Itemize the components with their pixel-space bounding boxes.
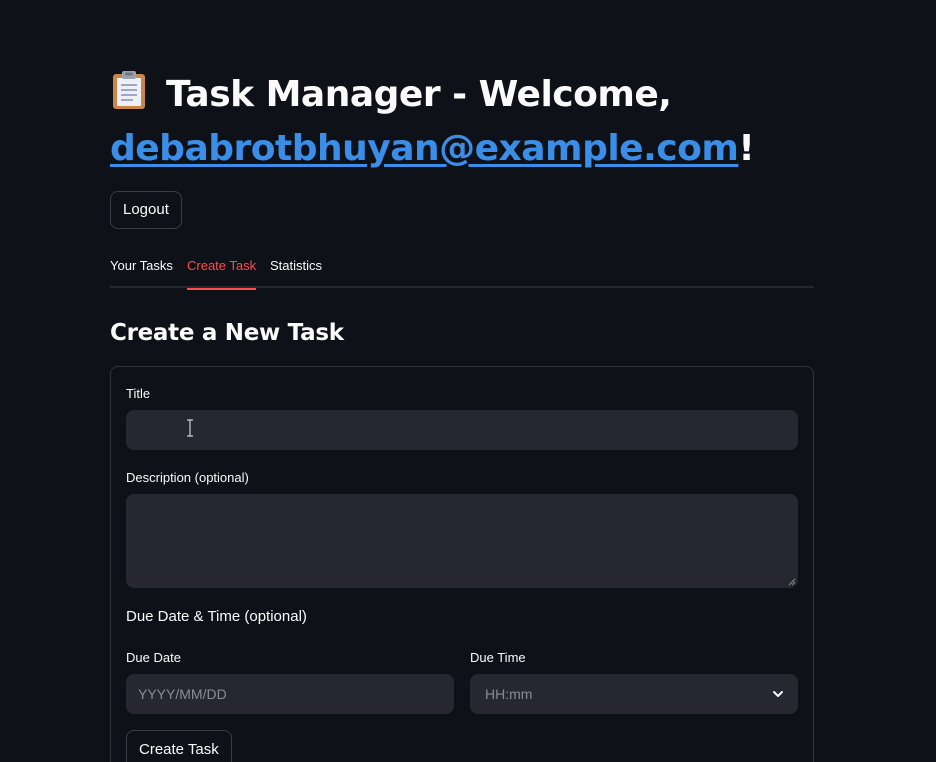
tab-statistics[interactable]: Statistics — [270, 248, 322, 288]
description-field-wrapper — [126, 494, 798, 588]
description-textarea[interactable] — [126, 494, 798, 588]
title-suffix: ! — [738, 128, 755, 169]
due-section-label: Due Date & Time (optional) — [126, 608, 307, 625]
chevron-down-icon — [773, 691, 783, 697]
tab-your-tasks[interactable]: Your Tasks — [110, 248, 173, 288]
tab-create-task[interactable]: Create Task — [187, 248, 257, 290]
text-cursor-icon — [187, 419, 193, 437]
title-prefix: Task Manager - Welcome, — [166, 74, 672, 115]
title-input[interactable] — [126, 410, 798, 450]
create-task-button[interactable]: Create Task — [126, 730, 232, 762]
due-time-placeholder: HH:mm — [485, 686, 533, 702]
title-label: Title — [126, 386, 151, 401]
app-page: Task Manager - Welcome, debabrotbhuyan@e… — [0, 0, 936, 762]
due-time-label: Due Time — [470, 650, 526, 665]
create-task-heading: Create a New Task — [110, 320, 344, 346]
due-date-label: Due Date — [126, 650, 181, 665]
due-time-select[interactable]: HH:mm — [470, 674, 798, 714]
clipboard-icon — [113, 71, 145, 109]
description-label: Description (optional) — [126, 470, 249, 485]
create-task-form: Title Description (optional) Due Date & … — [110, 366, 814, 762]
user-email-link[interactable]: debabrotbhuyan@example.com — [110, 128, 739, 169]
resize-grip-icon[interactable] — [788, 578, 796, 586]
tab-bar: Your Tasks Create Task Statistics — [110, 248, 814, 290]
logout-button[interactable]: Logout — [110, 191, 182, 229]
page-title: Task Manager - Welcome, debabrotbhuyan@e… — [110, 68, 814, 176]
due-date-input[interactable] — [126, 674, 454, 714]
